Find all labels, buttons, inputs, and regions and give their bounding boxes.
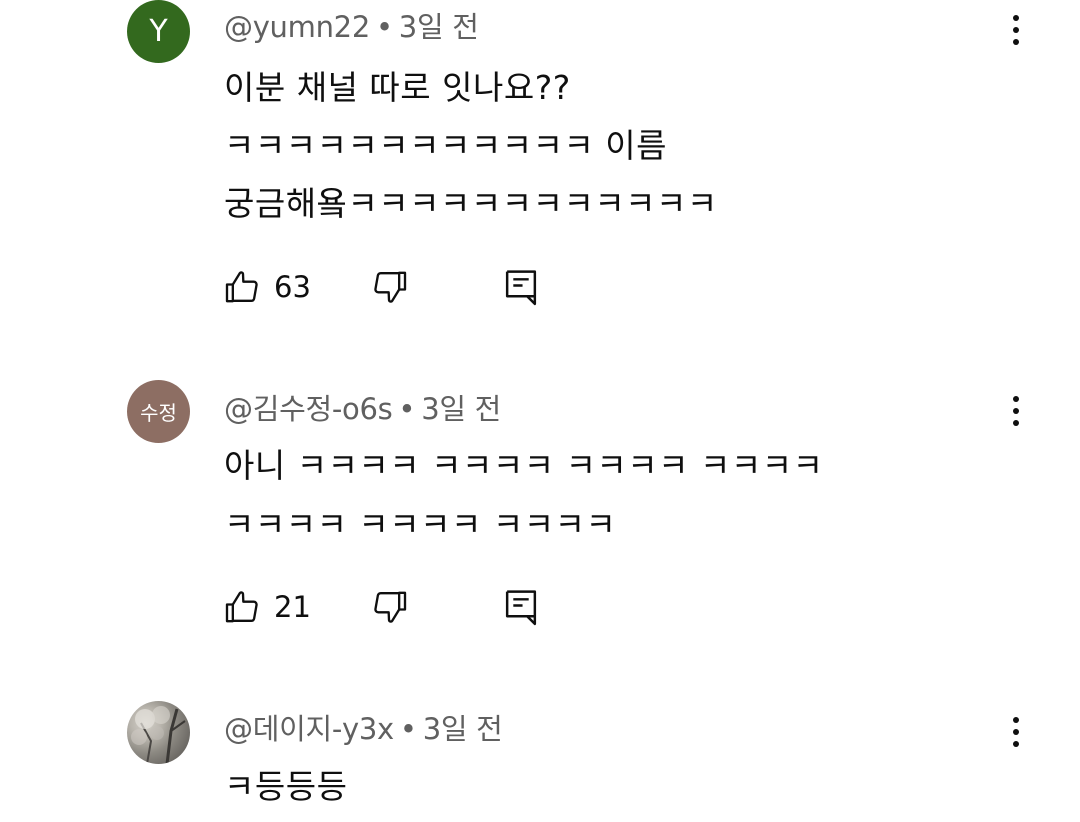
dislike-button[interactable] xyxy=(370,267,410,311)
comment-item: Y @yumn22 • 3일 전 이분 채널 따로 잇나요?? ㅋㅋㅋㅋㅋㅋㅋㅋㅋㅋ… xyxy=(0,0,1080,330)
comment-time: 3일 전 xyxy=(398,10,479,44)
meta-separator: • xyxy=(398,392,416,426)
comment-time: 3일 전 xyxy=(421,392,502,426)
more-vert-icon[interactable] xyxy=(1000,391,1032,431)
comment-text-line: 아니 ㅋㅋㅋㅋ ㅋㅋㅋㅋ ㅋㅋㅋㅋ ㅋㅋㅋㅋ xyxy=(224,446,824,485)
meta-separator: • xyxy=(399,712,417,746)
thumbs-down-icon xyxy=(374,591,407,623)
comment-meta: @yumn22 • 3일 전 xyxy=(224,4,479,46)
comment-text-line: 이분 채널 따로 잇나요?? xyxy=(224,68,571,107)
reply-comment-icon xyxy=(505,270,537,306)
comment-author[interactable]: @yumn22 xyxy=(224,10,370,44)
comment-text-line: 궁금해욬ㅋㅋㅋㅋㅋㅋㅋㅋㅋㅋㅋㅋ xyxy=(224,184,718,223)
comment-meta: @데이지-y3x • 3일 전 xyxy=(224,706,503,748)
comment-item: 수정 @김수정-o6s • 3일 전 아니 ㅋㅋㅋㅋ ㅋㅋㅋㅋ ㅋㅋㅋㅋ ㅋㅋㅋㅋ … xyxy=(0,380,1080,650)
reply-comment-icon xyxy=(505,590,537,626)
avatar-initial: Y xyxy=(149,14,168,49)
comment-actions: 21 xyxy=(222,585,562,629)
thumbs-up-icon xyxy=(225,271,258,303)
avatar[interactable]: Y xyxy=(127,0,190,63)
dislike-button[interactable] xyxy=(370,587,410,631)
like-button[interactable]: 63 xyxy=(222,265,311,309)
avatar[interactable]: 수정 xyxy=(127,380,190,443)
comment-item: @데이지-y3x • 3일 전 ㅋ등등등 xyxy=(0,700,1080,822)
comment-text-line: ㅋ등등등 xyxy=(224,767,348,806)
meta-separator: • xyxy=(375,10,393,44)
comment-actions: 63 xyxy=(222,265,562,309)
like-count: 63 xyxy=(274,270,311,304)
comment-author[interactable]: @김수정-o6s xyxy=(224,392,393,426)
thumbs-up-icon xyxy=(225,591,258,623)
avatar[interactable] xyxy=(127,701,190,764)
thumbs-down-icon xyxy=(374,271,407,303)
reply-button[interactable] xyxy=(502,587,540,631)
like-count: 21 xyxy=(274,590,311,624)
comment-author[interactable]: @데이지-y3x xyxy=(224,712,394,746)
more-vert-icon[interactable] xyxy=(1000,712,1032,752)
avatar-photo-image xyxy=(131,706,186,764)
comment-text-line: ㅋㅋㅋㅋㅋㅋㅋㅋㅋㅋㅋㅋ 이름 xyxy=(224,126,668,165)
more-vert-icon[interactable] xyxy=(1000,10,1032,50)
avatar-initial: 수정 xyxy=(140,401,177,425)
comment-time: 3일 전 xyxy=(422,712,503,746)
comment-text-line: ㅋㅋㅋㅋ ㅋㅋㅋㅋ ㅋㅋㅋㅋ xyxy=(224,505,617,544)
like-button[interactable]: 21 xyxy=(222,585,311,629)
reply-button[interactable] xyxy=(502,267,540,311)
comment-meta: @김수정-o6s • 3일 전 xyxy=(224,386,501,428)
